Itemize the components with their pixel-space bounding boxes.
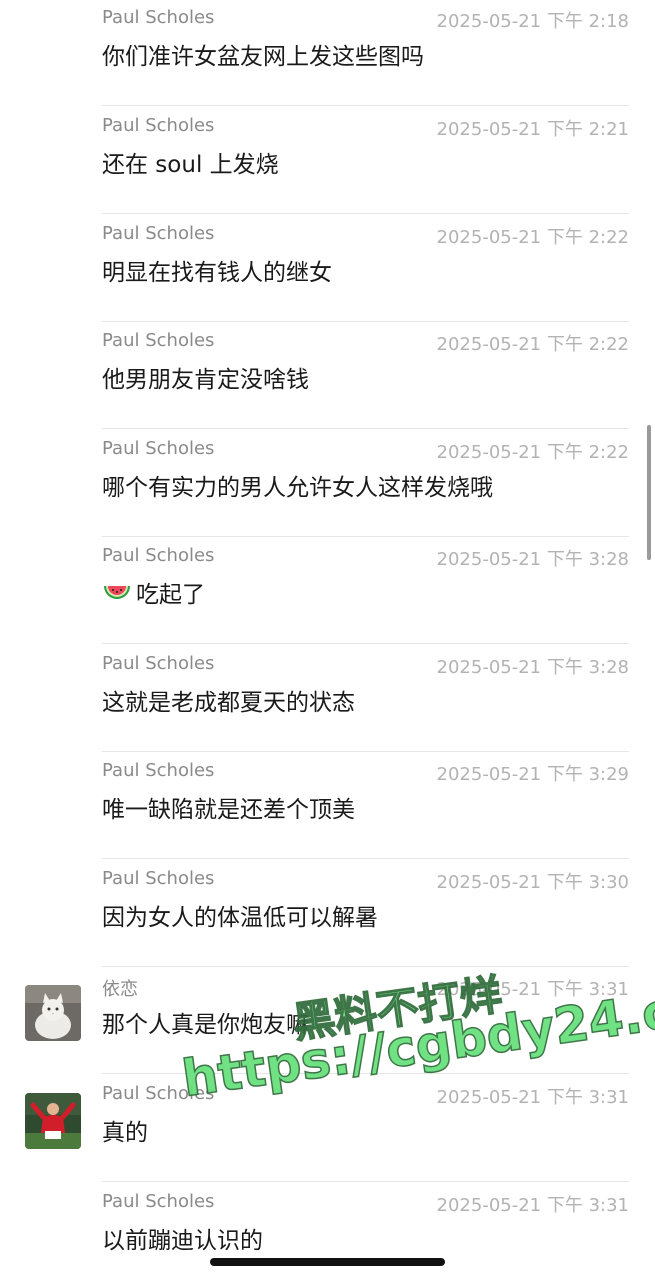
message-time: 2025-05-21 下午 3:28 bbox=[436, 549, 629, 570]
message-item[interactable]: 依恋 2025-05-21 下午 3:31 那个人真是你炮友嘛 bbox=[0, 967, 655, 1074]
cat-avatar[interactable] bbox=[25, 985, 81, 1041]
message-item[interactable]: Paul Scholes 2025-05-21 下午 3:28 这就是老成都夏天… bbox=[0, 645, 655, 752]
sender-name: Paul Scholes bbox=[102, 330, 215, 351]
message-item[interactable]: Paul Scholes 2025-05-21 下午 3:31 真的 bbox=[0, 1075, 655, 1182]
message-time: 2025-05-21 下午 3:29 bbox=[436, 764, 629, 785]
message-text: 哪个有实力的男人允许女人这样发烧哦 bbox=[102, 475, 493, 501]
message-text: 真的 bbox=[102, 1120, 148, 1146]
sender-name: Paul Scholes bbox=[102, 760, 215, 781]
message-item[interactable]: Paul Scholes 2025-05-21 下午 3:30 因为女人的体温低… bbox=[0, 860, 655, 967]
message-time: 2025-05-21 下午 2:22 bbox=[436, 334, 629, 355]
message-item[interactable]: Paul Scholes 2025-05-21 下午 2:22 明显在找有钱人的… bbox=[0, 215, 655, 322]
divider bbox=[102, 428, 629, 429]
message-time: 2025-05-21 下午 3:31 bbox=[436, 979, 629, 1000]
watermelon-icon bbox=[102, 580, 132, 612]
message-time: 2025-05-21 下午 2:22 bbox=[436, 227, 629, 248]
chat-history[interactable]: Paul Scholes 2025-05-21 下午 2:18 你们准许女盆友网… bbox=[0, 0, 655, 1280]
message-time: 2025-05-21 下午 2:22 bbox=[436, 442, 629, 463]
divider bbox=[102, 213, 629, 214]
sender-name: 依恋 bbox=[102, 979, 138, 1000]
scrollbar[interactable] bbox=[647, 425, 651, 560]
message-time: 2025-05-21 下午 3:28 bbox=[436, 657, 629, 678]
sender-name: Paul Scholes bbox=[102, 1083, 215, 1104]
message-time: 2025-05-21 下午 2:18 bbox=[436, 11, 629, 32]
divider bbox=[102, 858, 629, 859]
message-text: 你们准许女盆友网上发这些图吗 bbox=[102, 44, 424, 70]
sender-name: Paul Scholes bbox=[102, 868, 215, 889]
message-text: 吃起了 bbox=[136, 582, 205, 608]
message-text: 以前蹦迪认识的 bbox=[102, 1228, 263, 1254]
divider bbox=[102, 1181, 629, 1182]
divider bbox=[102, 1073, 629, 1074]
message-item[interactable]: Paul Scholes 2025-05-21 下午 3:29 唯一缺陷就是还差… bbox=[0, 752, 655, 859]
sender-name: Paul Scholes bbox=[102, 545, 215, 566]
sender-name: Paul Scholes bbox=[102, 115, 215, 136]
message-time: 2025-05-21 下午 3:30 bbox=[436, 872, 629, 893]
message-text: 那个人真是你炮友嘛 bbox=[102, 1012, 309, 1038]
home-indicator[interactable] bbox=[210, 1258, 445, 1266]
message-text: 还在 soul 上发烧 bbox=[102, 152, 279, 178]
divider bbox=[102, 643, 629, 644]
divider bbox=[102, 105, 629, 106]
message-text: 因为女人的体温低可以解暑 bbox=[102, 905, 378, 931]
sender-name: Paul Scholes bbox=[102, 1191, 215, 1212]
sender-name: Paul Scholes bbox=[102, 438, 215, 459]
message-text: 他男朋友肯定没啥钱 bbox=[102, 367, 309, 393]
message-item[interactable]: Paul Scholes 2025-05-21 下午 3:28 吃起了 bbox=[0, 537, 655, 644]
message-text-container: 吃起了 bbox=[102, 575, 205, 612]
sender-name: Paul Scholes bbox=[102, 7, 215, 28]
message-item[interactable]: Paul Scholes 2025-05-21 下午 2:22 他男朋友肯定没啥… bbox=[0, 322, 655, 429]
message-item[interactable]: Paul Scholes 2025-05-21 下午 2:22 哪个有实力的男人… bbox=[0, 430, 655, 537]
sender-name: Paul Scholes bbox=[102, 223, 215, 244]
sender-name: Paul Scholes bbox=[102, 653, 215, 674]
message-time: 2025-05-21 下午 3:31 bbox=[436, 1195, 629, 1216]
message-time: 2025-05-21 下午 3:31 bbox=[436, 1087, 629, 1108]
footballer-avatar[interactable] bbox=[25, 1093, 81, 1149]
message-text: 明显在找有钱人的继女 bbox=[102, 260, 332, 286]
message-item[interactable]: Paul Scholes 2025-05-21 下午 2:18 你们准许女盆友网… bbox=[0, 0, 655, 106]
message-text: 这就是老成都夏天的状态 bbox=[102, 690, 355, 716]
message-item[interactable]: Paul Scholes 2025-05-21 下午 2:21 还在 soul … bbox=[0, 107, 655, 214]
message-time: 2025-05-21 下午 2:21 bbox=[436, 119, 629, 140]
message-text: 唯一缺陷就是还差个顶美 bbox=[102, 797, 355, 823]
